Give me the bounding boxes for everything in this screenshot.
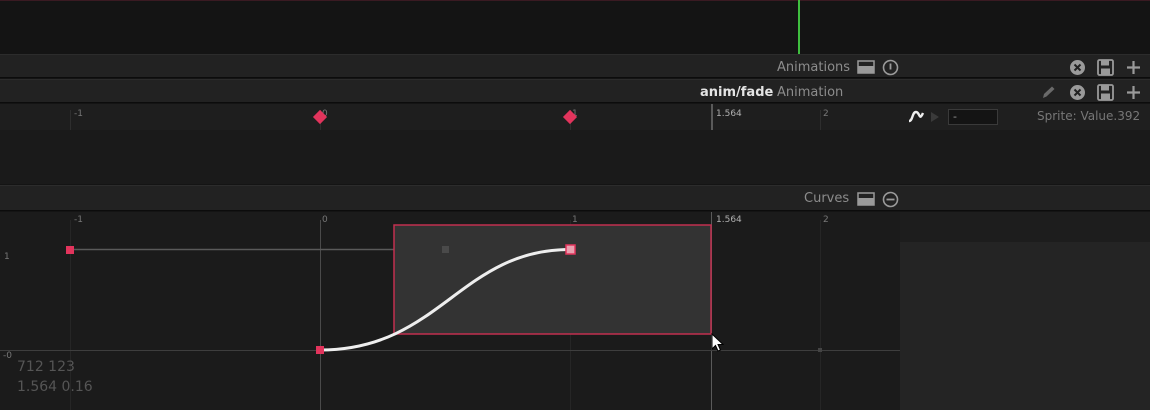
timeline-track[interactable] <box>0 130 900 184</box>
curve-keyframe-point <box>316 346 324 354</box>
curves-y-tick: 1 <box>4 252 10 262</box>
animation-panel-header: anim/fade Animation <box>0 79 1150 103</box>
curves-x-tick: 1 <box>572 215 578 225</box>
timeline-tick-line <box>70 110 71 130</box>
grid-point <box>818 348 822 352</box>
animations-title: Animations <box>777 60 851 75</box>
pencil-icon[interactable] <box>1041 85 1057 99</box>
close-icon[interactable] <box>1069 59 1086 76</box>
playhead-line[interactable] <box>798 0 800 54</box>
animations-panel-header: Animations <box>0 54 1150 78</box>
window-icon[interactable] <box>857 192 875 206</box>
animation-name: anim/fade <box>700 85 774 100</box>
timeline-end-marker[interactable] <box>711 104 713 130</box>
curves-graph[interactable] <box>0 212 900 410</box>
timeline-tick-label: 2 <box>823 109 829 119</box>
timeline-end-label: 1.564 <box>716 109 742 119</box>
collapse-icon[interactable] <box>882 191 899 208</box>
play-icon[interactable] <box>930 111 940 123</box>
curves-x-tick: 2 <box>823 215 829 225</box>
curve-type-input[interactable]: - <box>948 109 998 125</box>
curves-x-tick: -1 <box>74 215 83 225</box>
save-icon[interactable] <box>1097 84 1114 101</box>
curve-keyframe-point <box>66 246 74 254</box>
selection-box <box>393 224 712 335</box>
mouse-cursor-icon <box>711 333 725 352</box>
top-strip <box>0 0 1150 1</box>
curve-keyframe-point <box>565 244 576 255</box>
add-icon[interactable] <box>1125 84 1142 101</box>
property-label: Sprite: Value.392 <box>1037 109 1141 123</box>
curves-y-tick: -0 <box>3 351 12 361</box>
curves-end-label: 1.564 <box>716 215 742 225</box>
window-icon[interactable] <box>857 60 875 74</box>
tangent-handle <box>442 246 449 253</box>
curves-title: Curves <box>804 191 850 206</box>
curves-x-tick: 0 <box>322 215 328 225</box>
timeline-ruler[interactable] <box>0 104 900 130</box>
timeline-tick-line <box>820 110 821 130</box>
add-icon[interactable] <box>1125 59 1142 76</box>
curve-icon[interactable] <box>907 109 925 125</box>
info-icon[interactable] <box>882 59 899 76</box>
curves-panel-header: Curves <box>0 185 1150 211</box>
save-icon[interactable] <box>1097 59 1114 76</box>
curves-side-panel <box>900 242 1150 410</box>
cursor-value-readout: 1.564 0.16 <box>17 379 93 395</box>
close-icon[interactable] <box>1069 84 1086 101</box>
timeline-tick-label: -1 <box>74 109 83 119</box>
curves-side-header <box>900 212 1150 242</box>
cursor-pixel-readout: 712 123 <box>17 359 75 375</box>
animation-title: Animation <box>777 85 844 100</box>
